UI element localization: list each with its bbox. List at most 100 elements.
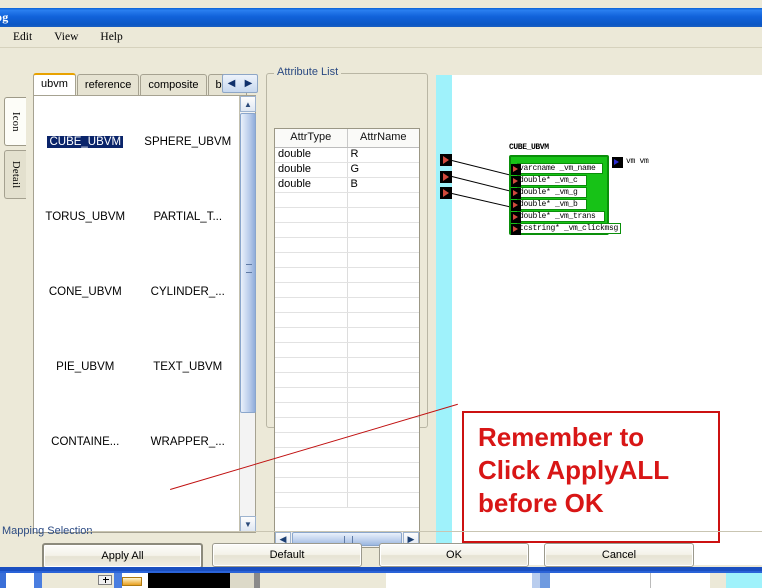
background-window-strip (0, 567, 762, 588)
column-header-attrtype: AttrType (275, 129, 348, 147)
table-row-empty[interactable] (275, 193, 419, 208)
palette-item-sphere[interactable]: SPHERE_UBVM (137, 136, 240, 211)
table-row-empty[interactable] (275, 283, 419, 298)
bg-chunk (532, 573, 540, 588)
row-port-icon[interactable] (511, 200, 521, 211)
table-row-empty[interactable] (275, 433, 419, 448)
input-port-3[interactable] (440, 187, 452, 199)
chevron-left-icon[interactable]: ◀ (228, 78, 236, 89)
scrollbar-thumb[interactable] (240, 113, 256, 413)
bg-chunk (386, 573, 532, 588)
ok-button[interactable]: OK (379, 543, 529, 567)
palette-item-text[interactable]: TEXT_UBVM (137, 361, 240, 436)
canvas-margin-strip (436, 75, 452, 565)
table-row[interactable]: double G (275, 163, 419, 178)
table-row-empty[interactable] (275, 373, 419, 388)
menu-bar: Edit View Help (0, 27, 762, 48)
row-port-icon[interactable] (511, 212, 521, 223)
block-row-vm-b[interactable]: double* _vm_b (511, 199, 587, 211)
table-row-empty[interactable] (275, 223, 419, 238)
menu-item-edit[interactable]: Edit (4, 29, 41, 45)
table-row[interactable]: double R (275, 148, 419, 163)
table-row-empty[interactable] (275, 418, 419, 433)
block-row-vm-g[interactable]: double* _vm_g (511, 187, 587, 199)
table-row-empty[interactable] (275, 298, 419, 313)
scroll-up-icon[interactable]: ▲ (240, 96, 256, 112)
input-port-1[interactable] (440, 154, 452, 166)
table-row-empty[interactable] (275, 388, 419, 403)
table-row-empty[interactable] (275, 313, 419, 328)
tab-composite[interactable]: composite (140, 74, 207, 95)
table-row-empty[interactable] (275, 403, 419, 418)
palette-item-torus[interactable]: TORUS_UBVM (34, 211, 137, 286)
bg-chunk (540, 573, 550, 588)
block-row-label: varcname _vm_name (519, 164, 596, 173)
table-row-empty[interactable] (275, 463, 419, 478)
block-row-vm-trans[interactable]: double* _vm_trans (511, 211, 605, 223)
table-row-empty[interactable] (275, 208, 419, 223)
table-row-empty[interactable] (275, 238, 419, 253)
palette-item-label: TEXT_UBVM (153, 361, 223, 373)
palette-item-cube[interactable]: CUBE_UBVM (34, 136, 137, 211)
bg-chunk (550, 573, 710, 588)
cube-ubvm-block[interactable]: varcname _vm_name double* _vm_c double* … (509, 155, 621, 235)
palette-row: TORUS_UBVM PARTIAL_T... (34, 211, 239, 286)
window-title: og (0, 10, 9, 24)
palette-item-pie[interactable]: PIE_UBVM (34, 361, 137, 436)
side-tab-detail[interactable]: Detail (4, 150, 26, 199)
block-row-label: tcstring* _vm_clickmsg (519, 224, 619, 233)
row-port-icon[interactable] (511, 188, 521, 199)
table-row-empty[interactable] (275, 478, 419, 493)
block-row-vm-c[interactable]: double* _vm_c (511, 175, 587, 187)
chevron-right-icon[interactable]: ▶ (245, 78, 253, 89)
row-port-icon[interactable] (511, 164, 521, 175)
port-arrow-icon (443, 173, 449, 181)
bg-chunk (34, 573, 42, 588)
palette-item-cone[interactable]: CONE_UBVM (34, 286, 137, 361)
side-tab-icon[interactable]: Icon (4, 97, 26, 146)
palette-item-label: TORUS_UBVM (45, 211, 126, 223)
table-row-empty[interactable] (275, 343, 419, 358)
apply-all-button[interactable]: Apply All (42, 543, 203, 569)
table-row-empty[interactable] (275, 493, 419, 508)
annotation-line-3: before OK (478, 488, 604, 518)
block-title: CUBE_UBVM (509, 143, 549, 152)
tab-reference[interactable]: reference (76, 74, 140, 95)
palette-item-container[interactable]: CONTAINE... (34, 436, 137, 511)
row-port-icon[interactable] (511, 224, 521, 235)
palette-item-label: PIE_UBVM (56, 361, 115, 373)
table-row-empty[interactable] (275, 358, 419, 373)
bg-chunk (230, 573, 254, 588)
tab-ubvm[interactable]: ubvm (33, 73, 76, 95)
scroll-down-icon[interactable]: ▼ (240, 516, 256, 532)
attribute-table[interactable]: AttrType AttrName double R double G doub… (274, 128, 420, 548)
table-row-empty[interactable] (275, 253, 419, 268)
palette-panel: ubvm reference composite basic ◀ ▶ CUBE_… (33, 73, 258, 533)
bg-chunk (726, 573, 762, 588)
mapping-selection-label: Mapping Selection (2, 525, 93, 537)
folder-icon[interactable] (122, 577, 142, 586)
annotation-line-2: Click ApplyALL (478, 455, 670, 485)
cancel-button[interactable]: Cancel (544, 543, 694, 567)
tab-scroll-buttons[interactable]: ◀ ▶ (222, 74, 258, 93)
default-button[interactable]: Default (212, 543, 362, 567)
table-row[interactable]: double B (275, 178, 419, 193)
menu-item-view[interactable]: View (45, 29, 87, 45)
palette-list[interactable]: CUBE_UBVM SPHERE_UBVM TORUS_UBVM PARTIAL… (33, 95, 256, 533)
palette-item-partial-torus[interactable]: PARTIAL_T... (137, 211, 240, 286)
input-port-2[interactable] (440, 171, 452, 183)
palette-tab-strip: ubvm reference composite basic (33, 73, 248, 95)
table-row-empty[interactable] (275, 268, 419, 283)
port-arrow-icon (443, 189, 449, 197)
menu-item-help[interactable]: Help (91, 29, 131, 45)
annotation-line-1: Remember to (478, 422, 645, 452)
row-port-icon[interactable] (511, 176, 521, 187)
palette-item-label: CONE_UBVM (48, 286, 122, 298)
cell-attrtype: double (275, 148, 348, 162)
block-row-vm-name[interactable]: varcname _vm_name (511, 163, 603, 175)
palette-item-cylinder[interactable]: CYLINDER_... (137, 286, 240, 361)
scrollbar-grip (344, 536, 353, 543)
table-row-empty[interactable] (275, 328, 419, 343)
output-port[interactable] (612, 157, 623, 168)
block-row-vm-clickmsg[interactable]: tcstring* _vm_clickmsg (511, 223, 621, 235)
